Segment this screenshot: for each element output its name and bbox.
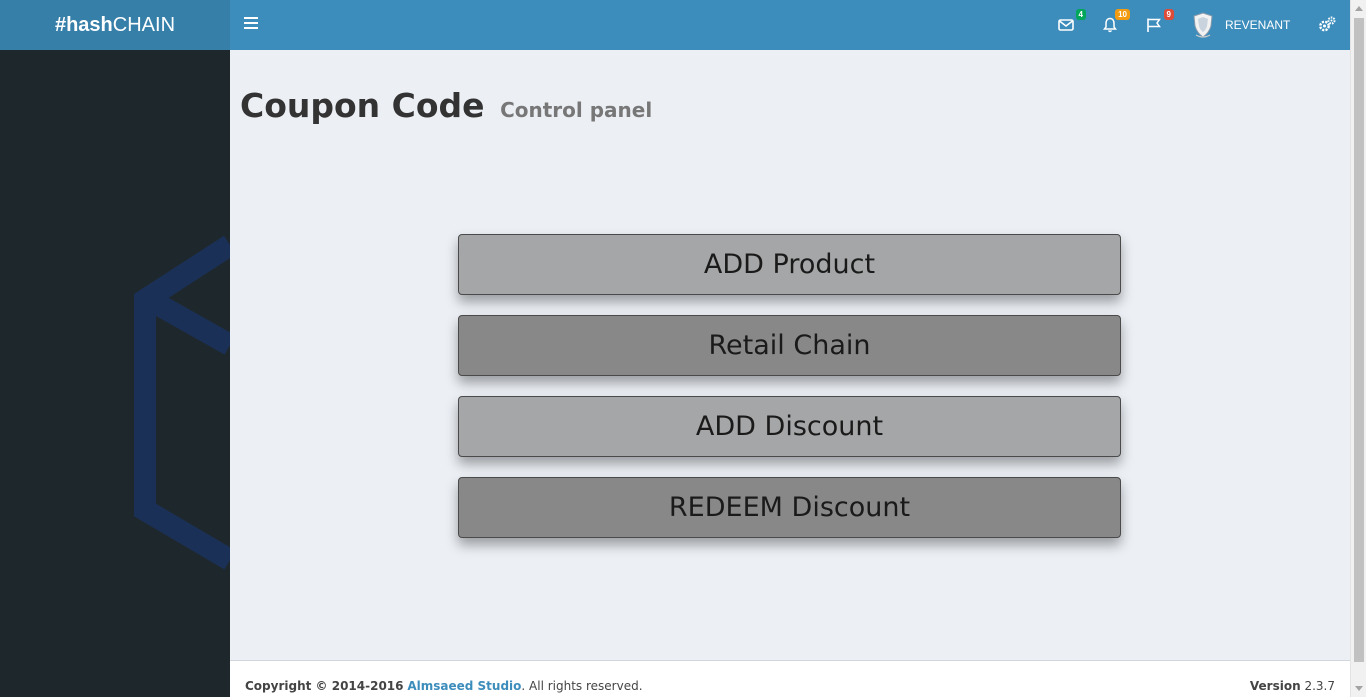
company-link[interactable]: Almsaeed Studio bbox=[407, 679, 521, 693]
messages-badge: 4 bbox=[1075, 9, 1086, 20]
sidebar-cube-watermark bbox=[134, 235, 230, 570]
sidebar bbox=[0, 50, 230, 697]
tasks-button[interactable]: 9 bbox=[1146, 9, 1174, 36]
footer-copyright: Copyright © 2014-2016 Almsaeed Studio. A… bbox=[245, 679, 643, 693]
footer: Copyright © 2014-2016 Almsaeed Studio. A… bbox=[230, 660, 1350, 697]
shield-avatar-icon bbox=[1193, 12, 1213, 38]
messages-button[interactable]: 4 bbox=[1058, 9, 1086, 36]
page-title: Coupon Code bbox=[240, 86, 485, 125]
vertical-scrollbar[interactable] bbox=[1350, 0, 1366, 697]
retail-chain-button[interactable]: Retail Chain bbox=[458, 315, 1121, 376]
page-subtitle: Control panel bbox=[500, 98, 653, 122]
gears-icon[interactable] bbox=[1318, 16, 1336, 34]
scroll-down-icon[interactable] bbox=[1355, 686, 1363, 691]
main-content: Coupon Code Control panel ADD Product Re… bbox=[230, 50, 1350, 660]
copyright-prefix: Copyright © 2014-2016 bbox=[245, 679, 404, 693]
flag-icon bbox=[1147, 18, 1161, 32]
menu-icon[interactable] bbox=[244, 17, 258, 31]
logo-regular: CHAIN bbox=[112, 14, 176, 36]
page-header: Coupon Code Control panel bbox=[240, 86, 652, 125]
version-value: 2.3.7 bbox=[1304, 679, 1335, 693]
copyright-suffix: . All rights reserved. bbox=[521, 679, 643, 693]
add-discount-button[interactable]: ADD Discount bbox=[458, 396, 1121, 457]
scrollbar-thumb[interactable] bbox=[1354, 18, 1364, 662]
app-logo[interactable]: #hashCHAIN bbox=[0, 0, 230, 50]
envelope-icon bbox=[1058, 19, 1074, 31]
redeem-discount-button[interactable]: REDEEM Discount bbox=[458, 477, 1121, 538]
notifications-badge: 10 bbox=[1115, 9, 1130, 20]
version-label: Version bbox=[1249, 679, 1301, 693]
logo-bold: #hash bbox=[54, 14, 113, 36]
scroll-up-icon[interactable] bbox=[1355, 6, 1363, 11]
notifications-button[interactable]: 10 bbox=[1102, 9, 1130, 36]
tasks-badge: 9 bbox=[1163, 9, 1174, 20]
footer-version: Version 2.3.7 bbox=[1250, 679, 1335, 693]
user-menu[interactable]: REVENANT bbox=[1192, 12, 1290, 38]
top-navbar: 4 10 9 REVENANT bbox=[230, 0, 1350, 50]
add-product-button[interactable]: ADD Product bbox=[458, 234, 1121, 295]
user-name: REVENANT bbox=[1225, 18, 1291, 32]
